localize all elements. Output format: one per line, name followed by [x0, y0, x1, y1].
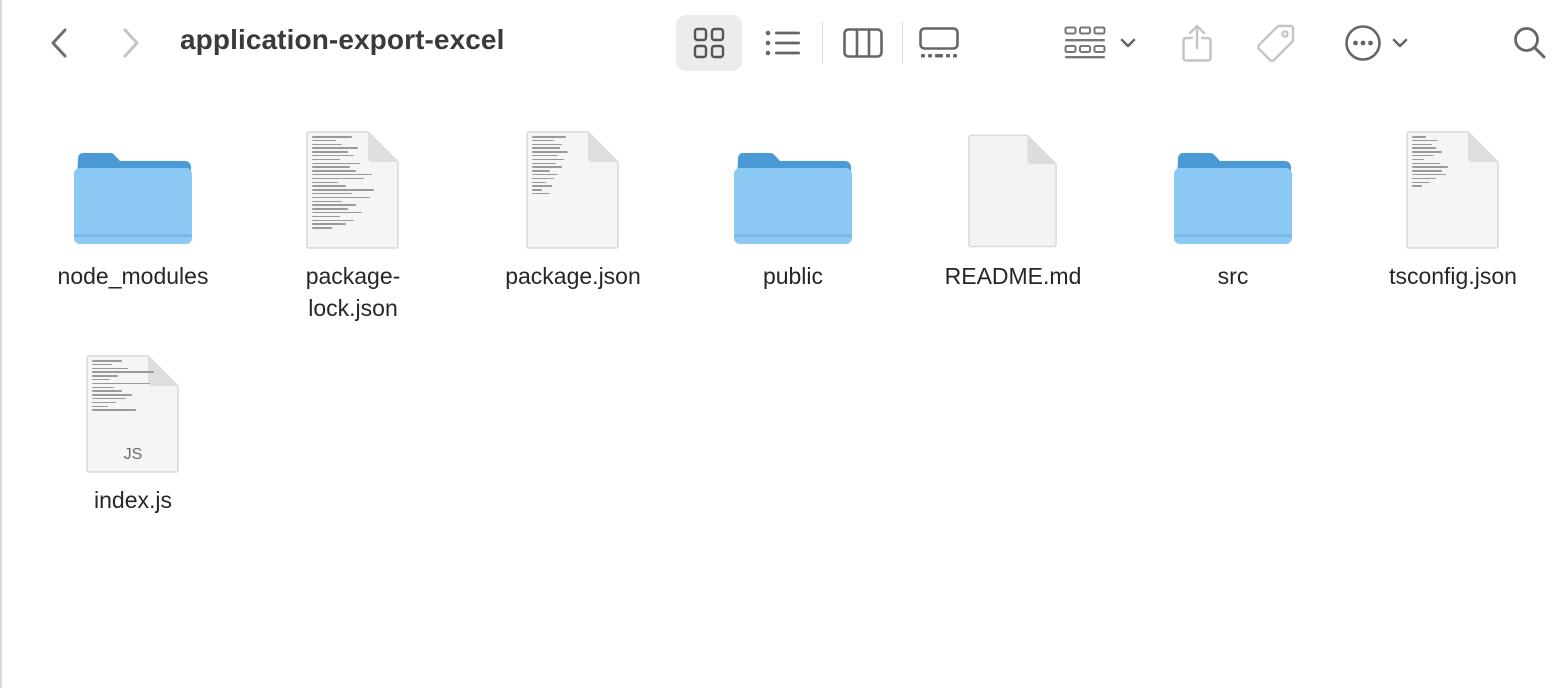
folder-icon [734, 152, 852, 244]
folder-icon [1174, 152, 1292, 244]
file-name: README.md [944, 263, 1082, 289]
js-document-icon: JS [86, 354, 180, 474]
document-preview-lines [532, 136, 594, 197]
document-icon [526, 130, 620, 250]
share-button[interactable] [1178, 20, 1216, 66]
tag-button[interactable] [1254, 20, 1298, 66]
file-name: index.js [94, 487, 172, 513]
search-button[interactable] [1510, 22, 1550, 64]
grid-icon [693, 27, 725, 59]
gallery-view-button[interactable] [914, 20, 964, 66]
gallery-icon [919, 27, 959, 58]
chevron-down-icon [1120, 38, 1136, 48]
chevron-left-icon [51, 28, 67, 58]
file-name: src [1217, 263, 1249, 289]
file-name: tsconfig.json [1389, 263, 1517, 289]
file-name: package.json [505, 263, 641, 289]
document-icon [968, 132, 1058, 250]
list-view-button[interactable] [756, 20, 810, 66]
share-icon [1182, 24, 1212, 62]
list-icon [765, 30, 800, 56]
document-icon [1406, 130, 1500, 250]
finder-window: application-export-excel node_modules pa… [0, 0, 1554, 688]
search-icon [1514, 27, 1546, 59]
group-grid-icon [1064, 26, 1106, 59]
file-name: package- lock.json [305, 263, 401, 321]
more-actions-button[interactable] [1338, 20, 1416, 66]
toolbar-divider [822, 22, 823, 64]
window-title: application-export-excel [180, 24, 505, 55]
columns-icon [843, 28, 883, 58]
file-name: public [762, 263, 824, 289]
icon-view-button[interactable] [676, 15, 742, 71]
file-name: node_modules [57, 263, 209, 289]
chevron-down-icon [1392, 38, 1408, 48]
document-preview-lines [92, 360, 154, 413]
chevron-right-icon [123, 28, 139, 58]
document-icon [306, 130, 400, 250]
forward-button[interactable] [114, 26, 148, 60]
file-type-badge: JS [123, 446, 143, 463]
ellipsis-circle-icon [1345, 25, 1381, 61]
column-view-button[interactable] [838, 20, 888, 66]
folder-icon [74, 152, 192, 244]
tag-icon [1257, 24, 1295, 62]
document-preview-lines [1412, 136, 1474, 189]
document-preview-lines [312, 136, 374, 231]
toolbar: application-export-excel [2, 0, 1554, 86]
back-button[interactable] [42, 26, 76, 60]
toolbar-divider [902, 22, 903, 64]
group-by-button[interactable] [1060, 20, 1142, 66]
